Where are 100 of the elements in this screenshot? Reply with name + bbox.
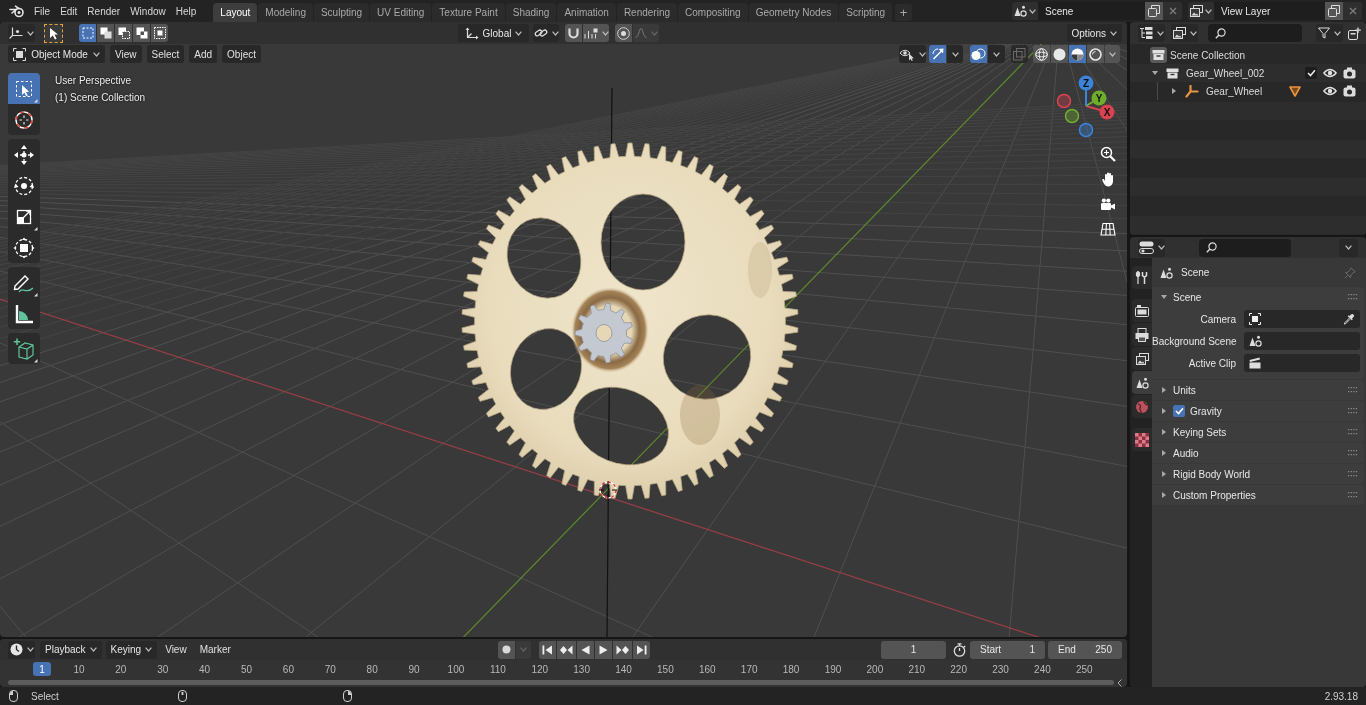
editor-type-dropdown[interactable] bbox=[1138, 24, 1165, 42]
active-tool-button[interactable] bbox=[44, 23, 63, 43]
data-field[interactable] bbox=[1244, 332, 1360, 350]
properties-tab[interactable] bbox=[1132, 299, 1152, 322]
workspace-tab[interactable]: Rendering bbox=[616, 3, 678, 22]
workspace-tab[interactable]: Texture Paint bbox=[432, 3, 505, 22]
start-frame-field[interactable]: Start 1 bbox=[970, 640, 1045, 659]
overlay-dropdown[interactable] bbox=[988, 45, 1005, 63]
menu-item[interactable]: View bbox=[160, 644, 192, 655]
playback-button[interactable] bbox=[576, 640, 594, 659]
remove-scene-button[interactable] bbox=[1163, 2, 1182, 20]
section-title[interactable]: Gravity bbox=[1190, 405, 1222, 417]
mode-dropdown[interactable]: Object Mode bbox=[8, 45, 105, 63]
selection-mode-button[interactable] bbox=[133, 24, 150, 42]
search-field[interactable] bbox=[1199, 238, 1291, 257]
new-scene-button[interactable] bbox=[1145, 2, 1163, 20]
tool-button[interactable] bbox=[8, 267, 40, 298]
proportional-edit-toggle[interactable] bbox=[615, 24, 632, 42]
outliner-row[interactable]: Gear_Wheel bbox=[1168, 82, 1366, 100]
menu-item[interactable]: Add bbox=[189, 45, 218, 63]
data-field[interactable] bbox=[1244, 310, 1360, 328]
tool-button[interactable] bbox=[8, 298, 40, 329]
negative-axis-handle[interactable] bbox=[1056, 93, 1072, 109]
menu-dropdown[interactable]: Playback bbox=[40, 640, 102, 659]
properties-tab[interactable] bbox=[1132, 371, 1152, 394]
menu-dropdown[interactable]: Keying bbox=[105, 640, 158, 659]
shading-dropdown[interactable] bbox=[1105, 45, 1120, 63]
workspace-tab[interactable]: UV Editing bbox=[370, 3, 432, 22]
shading-mode-button[interactable] bbox=[1033, 45, 1050, 63]
outliner-row[interactable]: Gear_Wheel_002 bbox=[1149, 64, 1366, 82]
section-title[interactable]: Audio bbox=[1173, 447, 1199, 459]
overlay-toggle[interactable] bbox=[970, 45, 987, 63]
new-collection-button[interactable] bbox=[1346, 24, 1362, 42]
pivot-dropdown[interactable] bbox=[533, 24, 559, 42]
preview-range-toggle[interactable] bbox=[951, 640, 968, 659]
selection-mode-button[interactable] bbox=[115, 24, 132, 42]
remove-view-layer-button[interactable] bbox=[1343, 2, 1362, 20]
search-field[interactable] bbox=[1208, 24, 1302, 42]
workspace-tab[interactable]: Animation bbox=[557, 3, 616, 22]
current-frame-field[interactable]: 1 bbox=[881, 640, 946, 659]
playback-button[interactable] bbox=[556, 640, 576, 659]
display-mode-dropdown[interactable] bbox=[1171, 24, 1198, 42]
menu-item[interactable]: Edit bbox=[55, 2, 83, 20]
current-frame-marker[interactable]: 1 bbox=[33, 662, 51, 676]
workspace-tab[interactable]: Modeling bbox=[258, 3, 313, 22]
workspace-tab[interactable]: Layout bbox=[213, 3, 258, 22]
checkbox[interactable] bbox=[1305, 67, 1317, 79]
options-dropdown[interactable]: Options bbox=[1066, 24, 1122, 42]
options-dropdown[interactable] bbox=[1339, 238, 1358, 257]
workspace-tab[interactable]: Sculpting bbox=[313, 3, 370, 22]
workspace-tab[interactable]: Shading bbox=[505, 3, 557, 22]
tool-button[interactable] bbox=[8, 333, 40, 364]
section-title[interactable]: Rigid Body World bbox=[1173, 468, 1251, 480]
auto-keying-toggle[interactable] bbox=[497, 640, 515, 659]
new-view-layer-button[interactable] bbox=[1325, 2, 1343, 20]
menu-item[interactable]: File bbox=[29, 2, 56, 20]
scene-dropdown[interactable] bbox=[1012, 2, 1038, 20]
negative-axis-handle[interactable] bbox=[1064, 108, 1080, 124]
workspace-tab[interactable]: Scripting bbox=[839, 3, 893, 22]
negative-axis-handle[interactable] bbox=[1078, 122, 1094, 138]
tool-button[interactable] bbox=[8, 104, 40, 135]
orientation-dropdown[interactable]: Global bbox=[458, 24, 529, 42]
playback-button[interactable] bbox=[538, 640, 556, 659]
properties-tab[interactable] bbox=[1132, 266, 1152, 289]
scene-name-field[interactable]: Scene bbox=[1038, 2, 1145, 20]
section-title[interactable]: Keying Sets bbox=[1173, 426, 1227, 438]
gizmo-toggle[interactable] bbox=[929, 45, 946, 63]
gizmo-dropdown[interactable] bbox=[947, 45, 963, 63]
axis-handle[interactable] bbox=[1078, 75, 1094, 107]
properties-tab[interactable] bbox=[1132, 428, 1152, 451]
end-frame-field[interactable]: End 250 bbox=[1048, 640, 1122, 659]
shading-mode-button[interactable] bbox=[1051, 45, 1068, 63]
editor-type-dropdown[interactable] bbox=[8, 24, 35, 42]
menu-item[interactable]: Object bbox=[222, 45, 261, 63]
editor-type-dropdown[interactable] bbox=[1138, 238, 1165, 257]
menu-item[interactable]: Window bbox=[125, 2, 171, 20]
shading-mode-button[interactable] bbox=[1069, 45, 1086, 63]
tool-button[interactable] bbox=[8, 232, 40, 263]
menu-item[interactable]: Marker bbox=[194, 644, 236, 655]
filter-dropdown[interactable] bbox=[1316, 24, 1343, 42]
editor-type-dropdown[interactable] bbox=[8, 640, 35, 659]
add-workspace-button[interactable]: + bbox=[895, 4, 913, 21]
axis-handle[interactable] bbox=[1085, 90, 1107, 107]
workspace-tab[interactable]: Compositing bbox=[678, 3, 748, 22]
section-title[interactable]: Units bbox=[1173, 384, 1196, 396]
snap-target-dropdown[interactable] bbox=[583, 24, 609, 42]
playback-button[interactable] bbox=[632, 640, 650, 659]
menu-item[interactable]: View bbox=[110, 45, 142, 63]
data-field[interactable] bbox=[1244, 354, 1360, 372]
scrollbar[interactable] bbox=[8, 680, 1114, 685]
xray-toggle[interactable] bbox=[1011, 45, 1028, 63]
section-title[interactable]: Custom Properties bbox=[1173, 489, 1256, 501]
playback-button[interactable] bbox=[612, 640, 632, 659]
view-layer-dropdown[interactable] bbox=[1188, 2, 1214, 20]
tool-button[interactable] bbox=[8, 139, 40, 170]
menu-item[interactable]: Select bbox=[146, 45, 185, 63]
selection-mode-button[interactable] bbox=[151, 24, 168, 42]
properties-tab[interactable] bbox=[1132, 347, 1152, 370]
workspace-tab[interactable]: Geometry Nodes bbox=[748, 3, 839, 22]
outliner-row[interactable]: Scene Collection bbox=[1130, 46, 1366, 64]
